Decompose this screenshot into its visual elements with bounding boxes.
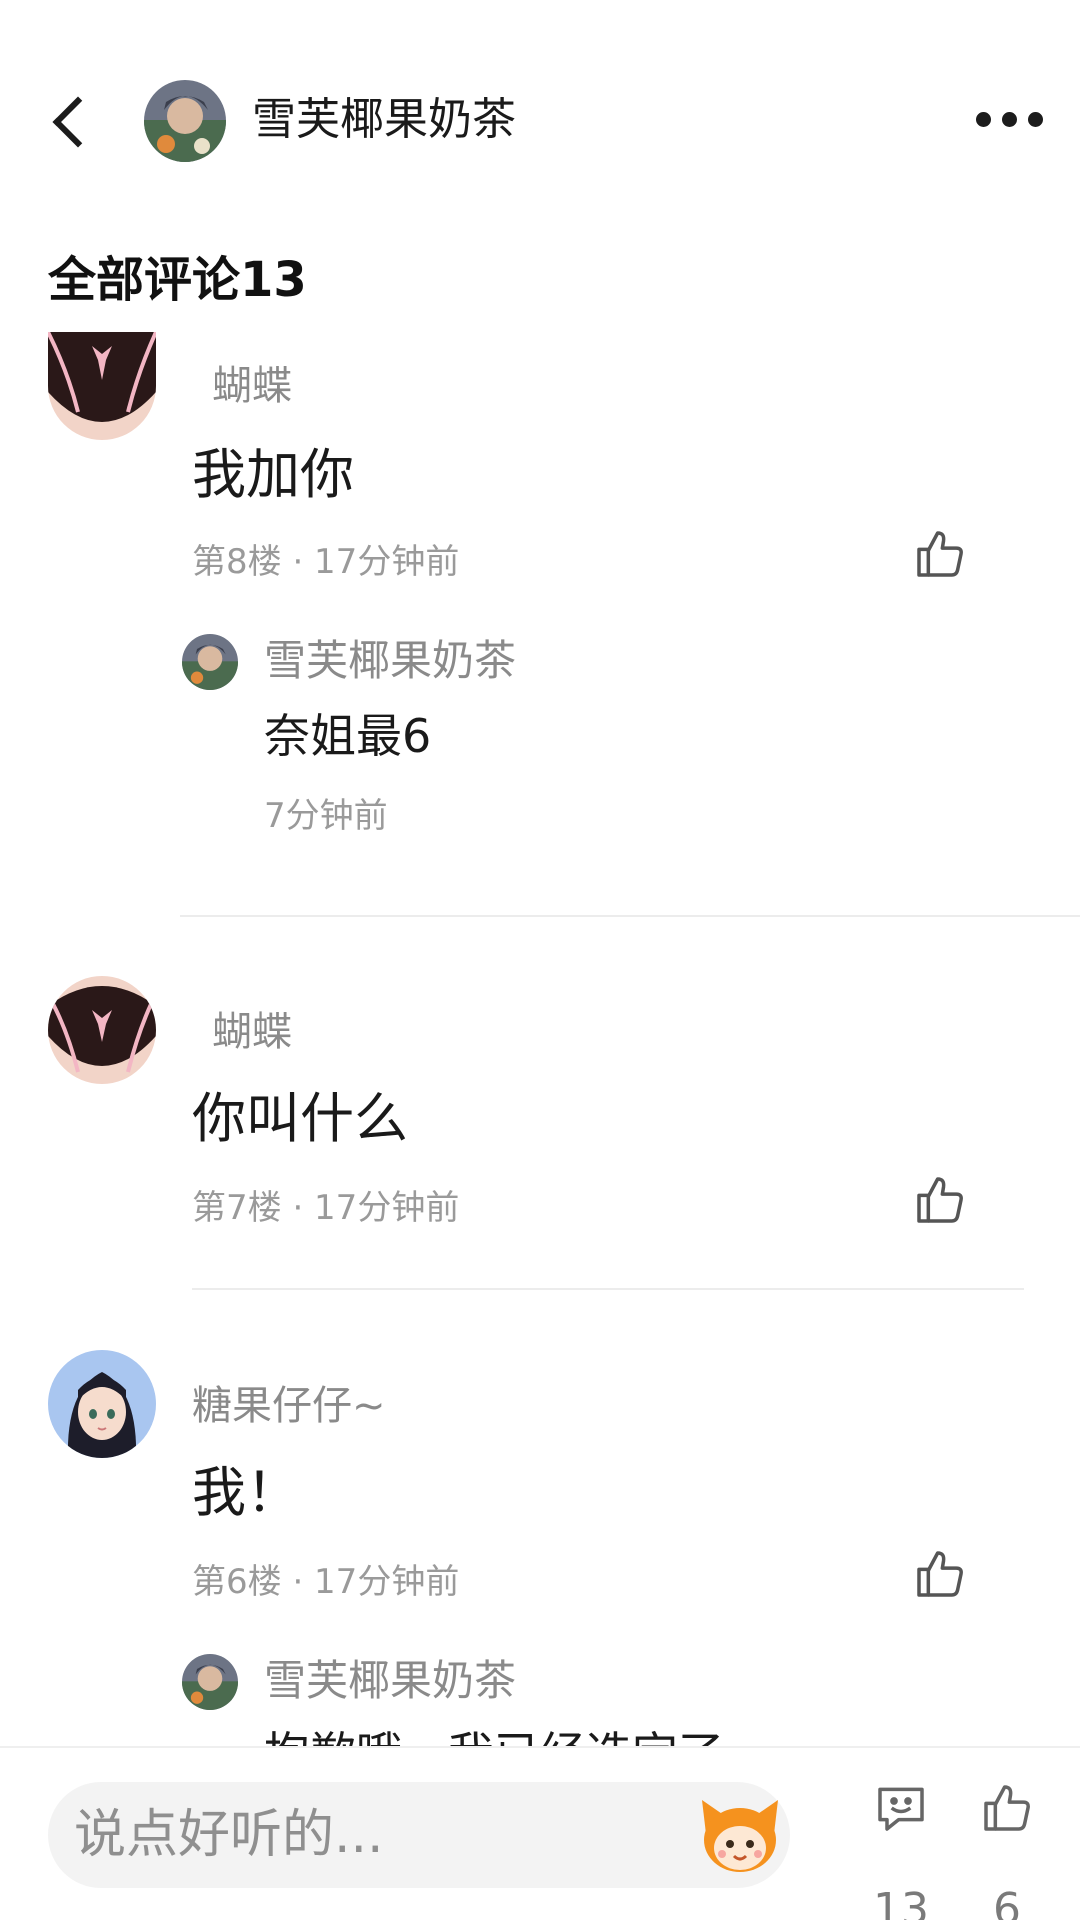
comment-meta: 第7楼 · 17分钟前: [192, 1188, 460, 1228]
comment-text: 你叫什么: [192, 1087, 408, 1150]
like-count: 6: [993, 1884, 1021, 1920]
commenter-avatar[interactable]: [48, 332, 156, 440]
more-dot-icon: [1002, 112, 1017, 127]
more-dot-icon: [1028, 112, 1043, 127]
reply-text: 奈姐最6: [264, 709, 432, 763]
commenter-avatar[interactable]: [48, 976, 156, 1084]
comment-meta: 第6楼 · 17分钟前: [192, 1562, 460, 1602]
top-bar: 雪芙椰果奶茶: [0, 0, 1080, 230]
more-options-button[interactable]: [970, 98, 1070, 142]
divider: [192, 1288, 1024, 1290]
thumbs-up-icon[interactable]: [912, 526, 968, 582]
reply-avatar[interactable]: [182, 1654, 238, 1710]
comment-text: 我加你: [192, 443, 354, 506]
reply-avatar[interactable]: [182, 634, 238, 690]
more-dot-icon: [976, 112, 991, 127]
commenter-name[interactable]: 蝴蝶: [212, 360, 292, 412]
comments-heading: 全部评论13: [48, 252, 307, 308]
thumbs-up-icon[interactable]: [912, 1546, 968, 1602]
back-button[interactable]: [40, 84, 100, 160]
comment-count: 13: [873, 1884, 929, 1920]
reply-author[interactable]: 雪芙椰果奶茶: [264, 634, 516, 688]
comment-smile-icon: [878, 1787, 924, 1831]
reply-time: 7分钟前: [264, 796, 388, 836]
bottom-action-bar: 说点好听的... 13 6: [0, 1746, 1080, 1920]
author-avatar[interactable]: [144, 80, 226, 162]
comment-input-placeholder: 说点好听的...: [74, 1805, 384, 1865]
divider: [180, 915, 1080, 917]
commenter-avatar[interactable]: [48, 1350, 156, 1458]
commenter-name[interactable]: 蝴蝶: [212, 1006, 292, 1058]
like-post-button[interactable]: 6: [962, 1780, 1052, 1920]
comment-input[interactable]: 说点好听的...: [48, 1782, 790, 1888]
reply-author[interactable]: 雪芙椰果奶茶: [264, 1654, 516, 1708]
thumbs-up-icon[interactable]: [912, 1172, 968, 1228]
commenter-name[interactable]: 糖果仔仔~: [192, 1380, 386, 1432]
page-title: 雪芙椰果奶茶: [252, 94, 516, 145]
thumbs-up-icon: [984, 1785, 1030, 1831]
comment-text: 我！: [192, 1461, 300, 1524]
emoji-mascot-icon[interactable]: [698, 1794, 782, 1876]
comments-button[interactable]: 13: [856, 1780, 946, 1920]
comment-meta: 第8楼 · 17分钟前: [192, 542, 460, 582]
